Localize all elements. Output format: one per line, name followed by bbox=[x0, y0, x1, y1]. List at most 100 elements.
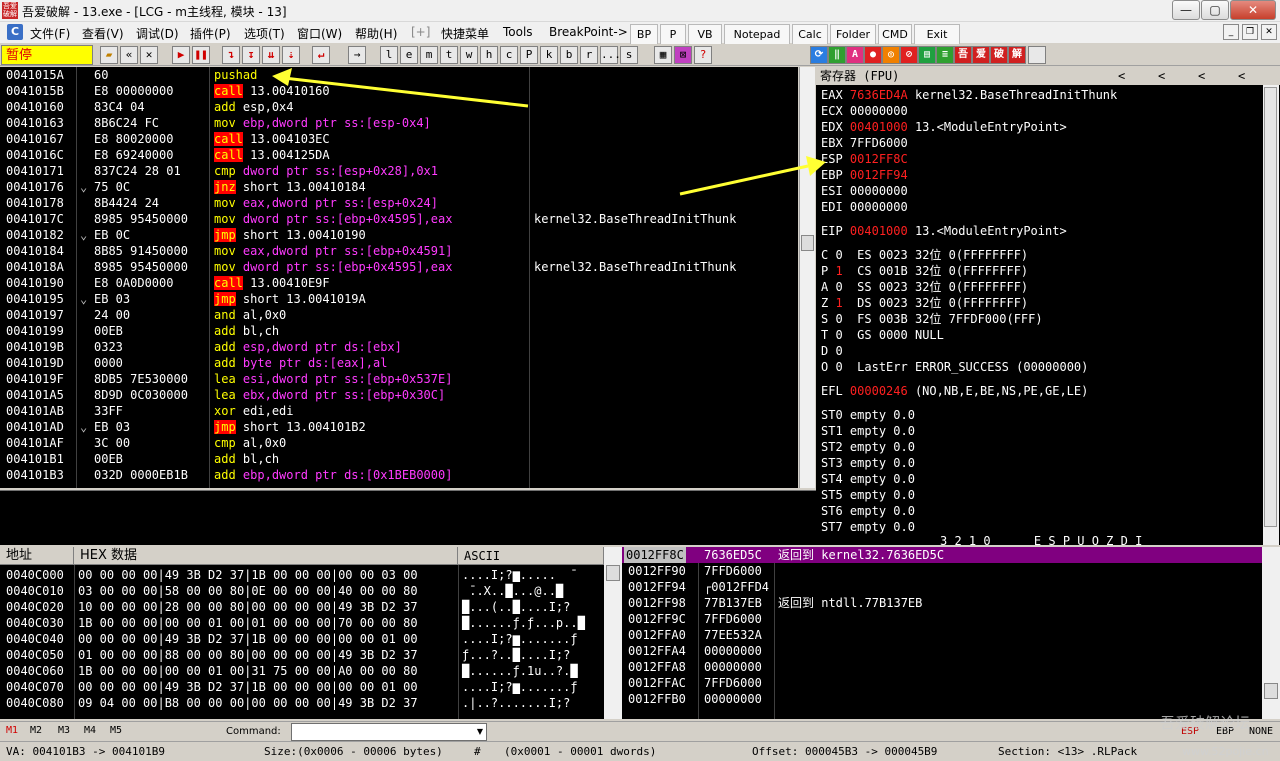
quick-bp-button[interactable]: BP bbox=[630, 24, 658, 45]
close-button[interactable]: ✕ bbox=[1230, 0, 1276, 20]
register-value[interactable]: 0012FF8C bbox=[850, 152, 908, 166]
po-icon[interactable]: 破 bbox=[990, 46, 1008, 64]
flag-row[interactable]: P 1 CS 001B 32位 0(FFFFFFFF) bbox=[821, 263, 1271, 279]
flag-row[interactable]: D 0 bbox=[821, 343, 1271, 359]
register-nav-arrow[interactable]: < bbox=[1118, 67, 1125, 85]
disasm-row[interactable]: 004101B1 00EB add bl,ch bbox=[0, 451, 798, 467]
dump-row[interactable]: 0040C060 1B 00 00 00|00 00 01 00|31 75 00… bbox=[0, 663, 604, 679]
stack-row[interactable]: 0012FF8C 7636ED5C 返回到 kernel32.7636ED5C bbox=[622, 547, 1280, 563]
menu-window[interactable]: 窗口(W) bbox=[297, 25, 342, 42]
dump-row[interactable]: 0040C000 00 00 00 00|49 3B D2 37|1B 00 00… bbox=[0, 567, 604, 583]
quick-cmd-button[interactable]: CMD bbox=[878, 24, 912, 45]
stack-row[interactable]: 0012FFA4 00000000 bbox=[622, 643, 1280, 659]
step-into-icon[interactable]: ↴ bbox=[222, 46, 240, 64]
register-value[interactable]: 00000000 bbox=[850, 184, 908, 198]
disassembly-pane[interactable]: 0041015A 60 pushad 0041015B E8 00000000 call… bbox=[0, 67, 798, 488]
trace-into-icon[interactable]: ⇊ bbox=[262, 46, 280, 64]
grid-icon[interactable]: ▤ bbox=[918, 46, 936, 64]
fpu-register-row[interactable]: ST6 empty 0.0 bbox=[821, 503, 1271, 519]
flag-value[interactable]: 0 bbox=[835, 248, 842, 262]
register-row-eip[interactable]: EIP 00401000 13.<ModuleEntryPoint> bbox=[821, 223, 1271, 239]
marker-m1[interactable]: M1 bbox=[6, 725, 18, 736]
help-icon[interactable]: ? bbox=[694, 46, 712, 64]
registers-pane[interactable]: 寄存器 (FPU) < < < < EAX 7636ED4A kernel32.… bbox=[816, 67, 1280, 545]
disasm-row[interactable]: 00410190 E8 0A0D0000 call 13.00410E9F bbox=[0, 275, 798, 291]
dump-row[interactable]: 0040C010 03 00 00 00|58 00 00 80|0E 00 00… bbox=[0, 583, 604, 599]
stack-pane[interactable]: 0012FF8C 7636ED5C 返回到 kernel32.7636ED5C 001… bbox=[622, 547, 1280, 719]
disasm-row[interactable]: 004101AD ⌄ EB 03 jmp short 13.004101B2 bbox=[0, 419, 798, 435]
list-icon[interactable]: ≡ bbox=[936, 46, 954, 64]
menu-shortcut[interactable]: 快捷菜单 bbox=[441, 25, 489, 42]
fpu-register-row[interactable]: ST4 empty 0.0 bbox=[821, 471, 1271, 487]
disasm-row[interactable]: 00410160 83C4 04 add esp,0x4 bbox=[0, 99, 798, 115]
flag-row[interactable]: A 0 SS 0023 32位 0(FFFFFFFF) bbox=[821, 279, 1271, 295]
registers-scrollbar[interactable] bbox=[1263, 85, 1279, 545]
stop-icon[interactable]: ⊘ bbox=[900, 46, 918, 64]
stack-mode-none[interactable]: NONE bbox=[1249, 726, 1273, 737]
disassembly-scrollbar[interactable] bbox=[799, 67, 815, 488]
fpu-value[interactable]: 0.0 bbox=[893, 488, 915, 502]
disasm-row[interactable]: 0041016C E8 69240000 call 13.004125DA bbox=[0, 147, 798, 163]
register-value[interactable]: 00000246 bbox=[850, 384, 908, 398]
stack-row[interactable]: 0012FF94 ┌0012FFD4 bbox=[622, 579, 1280, 595]
register-nav-arrow[interactable]: < bbox=[1238, 67, 1245, 85]
toolbar-windows-button[interactable]: w bbox=[460, 46, 478, 64]
register-nav-arrow[interactable]: < bbox=[1198, 67, 1205, 85]
menu-tools[interactable]: Tools bbox=[503, 25, 533, 39]
register-nav-arrow[interactable]: < bbox=[1158, 67, 1165, 85]
fpu-value[interactable]: 0.0 bbox=[893, 504, 915, 518]
flag-row[interactable]: C 0 ES 0023 32位 0(FFFFFFFF) bbox=[821, 247, 1271, 263]
disasm-row[interactable]: 00410182 ⌄ EB 0C jmp short 13.00410190 bbox=[0, 227, 798, 243]
quick-vb-button[interactable]: VB bbox=[688, 24, 722, 45]
menu-plugins[interactable]: 插件(P) bbox=[190, 25, 231, 42]
command-input[interactable] bbox=[291, 723, 487, 741]
register-value[interactable]: 00401000 bbox=[850, 224, 908, 238]
stack-row[interactable]: 0012FFA8 00000000 bbox=[622, 659, 1280, 675]
mdi-restore-button[interactable]: ❐ bbox=[1242, 24, 1258, 40]
flag-row[interactable]: T 0 GS 0000 NULL bbox=[821, 327, 1271, 343]
pause-icon[interactable]: ❚❚ bbox=[192, 46, 210, 64]
dump-row[interactable]: 0040C030 1B 00 00 00|00 00 01 00|01 00 00… bbox=[0, 615, 604, 631]
disasm-row[interactable]: 0041015B E8 00000000 call 13.00410160 bbox=[0, 83, 798, 99]
flag-row[interactable]: O 0 LastErr ERROR_SUCCESS (00000000) bbox=[821, 359, 1271, 375]
marker-m5[interactable]: M5 bbox=[110, 725, 122, 736]
toolbar-threads-button[interactable]: t bbox=[440, 46, 458, 64]
register-row[interactable]: EAX 7636ED4A kernel32.BaseThreadInitThun… bbox=[821, 87, 1271, 103]
close-debug-icon[interactable]: ✕ bbox=[140, 46, 158, 64]
memory-dump-pane[interactable]: 地址 HEX 数据 ASCII 0040C000 00 00 00 00|49 3… bbox=[0, 547, 604, 719]
disasm-row[interactable]: 00410171 837C24 28 01 cmp dword ptr ss:[es… bbox=[0, 163, 798, 179]
flag-value[interactable]: 1 bbox=[835, 296, 842, 310]
mdi-close-button[interactable]: ✕ bbox=[1261, 24, 1277, 40]
stack-row[interactable]: 0012FF98 77B137EB 返回到 ntdll.77B137EB bbox=[622, 595, 1280, 611]
menu-plus[interactable]: [+] bbox=[411, 25, 430, 39]
flag-value[interactable]: 0 bbox=[835, 344, 842, 358]
stack-row[interactable]: 0012FFA0 77EE532A bbox=[622, 627, 1280, 643]
disasm-row[interactable]: 00410178 8B4424 24 mov eax,dword ptr ss:[e… bbox=[0, 195, 798, 211]
scroll-thumb[interactable] bbox=[606, 565, 620, 581]
refresh-icon[interactable]: ⟳ bbox=[810, 46, 828, 64]
fpu-value[interactable]: 0.0 bbox=[893, 472, 915, 486]
disasm-row[interactable]: 0041019B 0323 add esp,dword ptr ds:[ebx] bbox=[0, 339, 798, 355]
disasm-row[interactable]: 0041015A 60 pushad bbox=[0, 67, 798, 83]
fpu-value[interactable]: 0.0 bbox=[893, 408, 915, 422]
jie-icon[interactable]: 解 bbox=[1008, 46, 1026, 64]
dump-header-hex[interactable]: HEX 数据 bbox=[74, 547, 458, 565]
ai-icon[interactable]: 爱 bbox=[972, 46, 990, 64]
minimize-button[interactable]: — bbox=[1172, 0, 1200, 20]
dump-row[interactable]: 0040C020 10 00 00 00|28 00 00 80|00 00 00… bbox=[0, 599, 604, 615]
fpu-value[interactable]: 0.0 bbox=[893, 440, 915, 454]
register-value[interactable]: 00401000 bbox=[850, 120, 908, 134]
registers-header[interactable]: 寄存器 (FPU) < < < < bbox=[816, 67, 1280, 85]
register-row-efl[interactable]: EFL 00000246 (NO,NB,E,BE,NS,PE,GE,LE) bbox=[821, 383, 1271, 399]
register-value[interactable]: 0012FF94 bbox=[850, 168, 908, 182]
marker-m3[interactable]: M3 bbox=[58, 725, 70, 736]
flag-value[interactable]: 1 bbox=[835, 264, 842, 278]
toolbar-breakpoints-button[interactable]: b bbox=[560, 46, 578, 64]
execute-till-return-icon[interactable]: ↵ bbox=[312, 46, 330, 64]
fpu-register-row[interactable]: ST5 empty 0.0 bbox=[821, 487, 1271, 503]
dump-row[interactable]: 0040C040 00 00 00 00|49 3B D2 37|1B 00 00… bbox=[0, 631, 604, 647]
toolbar-runtrace-button[interactable]: ... bbox=[600, 46, 621, 64]
scroll-thumb[interactable] bbox=[1264, 87, 1277, 527]
disasm-row[interactable]: 004101A5 8D9D 0C030000 lea ebx,dword ptr s… bbox=[0, 387, 798, 403]
disasm-row[interactable]: 004101AF 3C 00 cmp al,0x0 bbox=[0, 435, 798, 451]
